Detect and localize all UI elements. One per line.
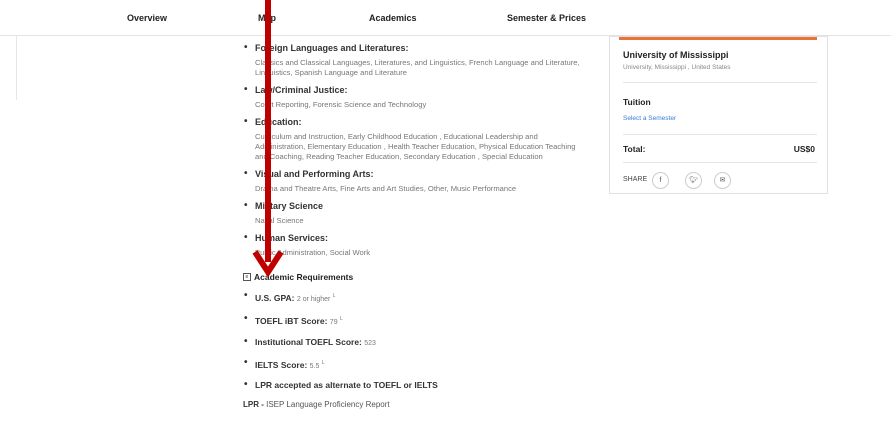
requirement-note: L	[321, 359, 325, 366]
university-location: University, Mississippi , United States	[623, 64, 731, 71]
requirement-value: 79	[329, 318, 338, 326]
requirement-label: TOEFL iBT Score:	[255, 315, 328, 326]
field-subjects: Drama and Theatre Arts, Fine Arts and Ar…	[255, 184, 517, 193]
twitter-icon: 🐦︎	[689, 177, 698, 184]
total-label: Total:	[623, 144, 646, 154]
facebook-share-button[interactable]: f	[652, 172, 669, 189]
requirement-label: U.S. GPA:	[255, 292, 295, 303]
field-subjects: Public Administration, Social Work	[255, 248, 371, 257]
field-subjects: Naval Science	[255, 216, 304, 225]
price-summary-card: University of Mississippi University, Mi…	[609, 36, 828, 194]
tab-semester-prices[interactable]: Semester & Prices	[507, 13, 586, 23]
academic-requirements-heading: ≡ Academic Requirements	[243, 272, 588, 282]
requirement-value: 523	[364, 339, 376, 347]
tuition-label: Tuition	[623, 97, 651, 107]
email-icon: ✉	[719, 177, 726, 184]
requirement-value: 2 or higher	[296, 295, 331, 303]
divider	[623, 162, 817, 163]
card-accent-bar	[619, 37, 817, 40]
field-item: Military Science Naval Science	[243, 200, 588, 226]
divider	[623, 134, 817, 135]
tab-map[interactable]: Map	[258, 13, 276, 23]
requirement-label: Institutional TOEFL Score:	[255, 336, 362, 347]
select-semester-link[interactable]: Select a Semester	[623, 115, 676, 122]
document-icon: ≡	[243, 273, 251, 281]
requirement-item: TOEFL iBT Score: 79 L	[243, 314, 588, 328]
field-title: Military Science	[243, 200, 588, 212]
requirement-label: LPR accepted as alternate to TOEFL or IE…	[255, 380, 438, 391]
field-title: Education:	[243, 116, 588, 128]
field-subjects: Classics and Classical Languages, Litera…	[255, 58, 580, 77]
tab-academics[interactable]: Academics	[369, 13, 417, 23]
field-title: Foreign Languages and Literatures:	[243, 42, 588, 54]
facebook-icon: f	[659, 177, 662, 184]
requirement-value: 5.5	[309, 362, 320, 370]
field-item: Foreign Languages and Literatures: Class…	[243, 42, 588, 78]
total-amount: US$0	[793, 144, 815, 154]
requirement-note: L	[339, 315, 343, 322]
lpr-text: ISEP Language Proficiency Report	[263, 400, 390, 410]
tab-overview[interactable]: Overview	[127, 13, 167, 23]
twitter-share-button[interactable]: 🐦︎	[685, 172, 702, 189]
requirement-item: U.S. GPA: 2 or higher L	[243, 291, 588, 305]
requirements-title: Academic Requirements	[254, 272, 354, 282]
requirement-note: L	[332, 293, 336, 299]
university-name: University of Mississippi	[623, 50, 729, 60]
field-title: Law/Criminal Justice:	[243, 84, 588, 96]
field-item: Education: Curriculum and Instruction, E…	[243, 116, 588, 162]
share-label: SHARE	[623, 176, 648, 183]
lpr-note: LPR - ISEP Language Proficiency Report	[243, 400, 588, 409]
section-nav: Overview Map Academics Semester & Prices	[0, 0, 891, 36]
field-item: Human Services: Public Administration, S…	[243, 232, 588, 258]
field-title: Human Services:	[243, 232, 588, 244]
academics-content: Foreign Languages and Literatures: Class…	[243, 42, 588, 409]
field-title: Visual and Performing Arts:	[243, 168, 588, 180]
requirement-item: IELTS Score: 5.5 L	[243, 358, 588, 372]
divider	[623, 82, 817, 83]
field-subjects: Curriculum and Instruction, Early Childh…	[255, 132, 576, 161]
field-item: Visual and Performing Arts: Drama and Th…	[243, 168, 588, 194]
requirement-item: Institutional TOEFL Score: 523	[243, 337, 588, 349]
requirement-item: LPR accepted as alternate to TOEFL or IE…	[243, 380, 588, 390]
field-item: Law/Criminal Justice: Court Reporting, F…	[243, 84, 588, 110]
lpr-abbr: LPR -	[243, 400, 264, 410]
email-share-button[interactable]: ✉	[714, 172, 731, 189]
requirement-label: IELTS Score:	[255, 359, 308, 370]
field-subjects: Court Reporting, Forensic Science and Te…	[255, 100, 427, 109]
